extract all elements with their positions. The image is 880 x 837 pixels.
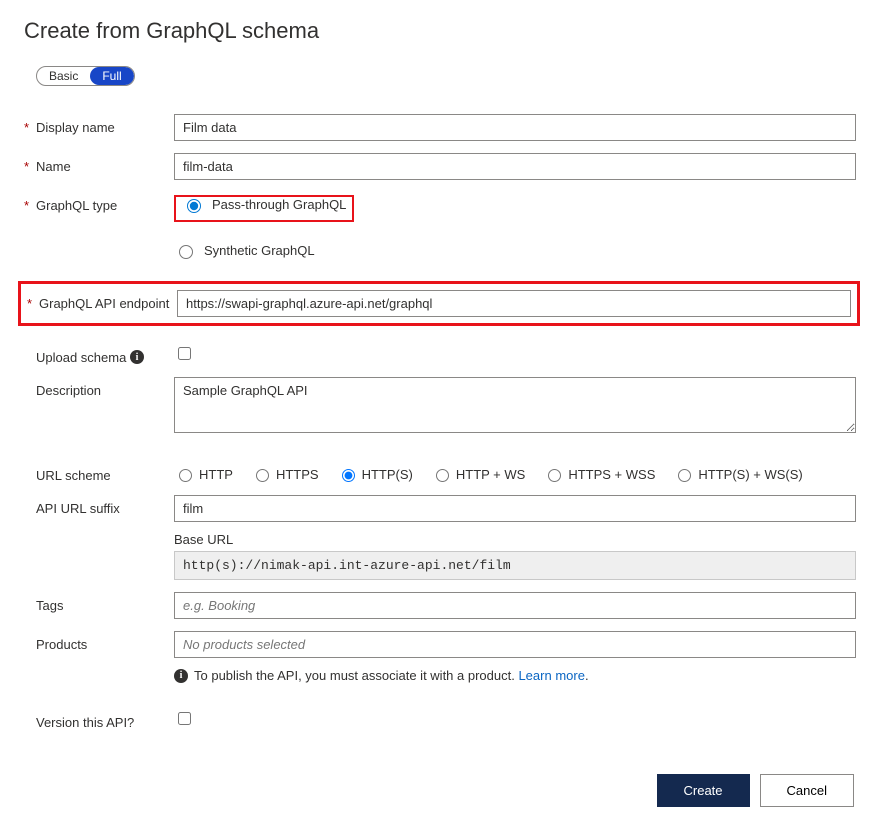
endpoint-input[interactable] xyxy=(177,290,851,317)
toggle-full[interactable]: Full xyxy=(90,67,133,85)
url-scheme-group: HTTP HTTPS HTTP(S) HTTP + WS HTTPS + WSS… xyxy=(174,462,856,482)
required-marker: * xyxy=(24,198,36,213)
radio-label-http-s: HTTP(S) xyxy=(362,467,413,482)
info-icon[interactable]: i xyxy=(130,350,144,364)
publish-note: i To publish the API, you must associate… xyxy=(174,668,856,683)
label-description: Description xyxy=(36,383,101,398)
footer-buttons: Create Cancel xyxy=(24,774,856,807)
radio-label-http: HTTP xyxy=(199,467,233,482)
label-base-url: Base URL xyxy=(174,532,856,547)
radio-https-wss[interactable] xyxy=(548,469,561,482)
label-endpoint: GraphQL API endpoint xyxy=(39,296,169,311)
label-products: Products xyxy=(36,637,87,652)
radio-http[interactable] xyxy=(179,469,192,482)
radio-label-synthetic: Synthetic GraphQL xyxy=(204,243,315,258)
version-checkbox[interactable] xyxy=(178,712,191,725)
upload-schema-checkbox[interactable] xyxy=(178,347,191,360)
radio-http-s[interactable] xyxy=(342,469,355,482)
required-marker: * xyxy=(27,296,39,311)
api-url-suffix-input[interactable] xyxy=(174,495,856,522)
tags-input[interactable] xyxy=(174,592,856,619)
radio-synthetic[interactable] xyxy=(179,245,193,259)
radio-label-https: HTTPS xyxy=(276,467,319,482)
label-tags: Tags xyxy=(36,598,63,613)
toggle-basic[interactable]: Basic xyxy=(37,67,90,85)
radio-label-pass-through: Pass-through GraphQL xyxy=(212,197,346,212)
label-api-url-suffix: API URL suffix xyxy=(36,501,120,516)
page-title: Create from GraphQL schema xyxy=(24,18,856,44)
row-tags: Tags xyxy=(24,588,856,623)
label-graphql-type: GraphQL type xyxy=(36,198,117,213)
highlight-passthrough: Pass-through GraphQL xyxy=(174,195,354,222)
row-products: Products i To publish the API, you must … xyxy=(24,627,856,687)
learn-more-link[interactable]: Learn more xyxy=(518,668,584,683)
row-url-scheme: URL scheme HTTP HTTPS HTTP(S) HTTP + WS … xyxy=(24,458,856,487)
basic-full-toggle[interactable]: Basic Full xyxy=(36,66,135,86)
create-button[interactable]: Create xyxy=(657,774,750,807)
radio-https[interactable] xyxy=(256,469,269,482)
cancel-button[interactable]: Cancel xyxy=(760,774,854,807)
required-marker: * xyxy=(24,120,36,135)
label-name: Name xyxy=(36,159,71,174)
row-graphql-type: *GraphQL type Pass-through GraphQL Synth… xyxy=(24,188,856,263)
radio-label-https-wss: HTTPS + WSS xyxy=(568,467,655,482)
row-api-url-suffix: API URL suffix Base URL http(s)://nimak-… xyxy=(24,491,856,584)
highlight-endpoint-row: *GraphQL API endpoint xyxy=(18,281,860,326)
label-url-scheme: URL scheme xyxy=(36,468,111,483)
label-version: Version this API? xyxy=(36,715,134,730)
radio-http-s-ws-s[interactable] xyxy=(678,469,691,482)
label-display-name: Display name xyxy=(36,120,115,135)
info-icon: i xyxy=(174,669,188,683)
label-upload-schema: Upload schema xyxy=(36,350,126,365)
description-textarea[interactable]: Sample GraphQL API xyxy=(174,377,856,433)
display-name-input[interactable] xyxy=(174,114,856,141)
base-url-display: http(s)://nimak-api.int-azure-api.net/fi… xyxy=(174,551,856,580)
required-marker: * xyxy=(24,159,36,174)
name-input[interactable] xyxy=(174,153,856,180)
radio-http-ws[interactable] xyxy=(436,469,449,482)
radio-pass-through[interactable] xyxy=(187,199,201,213)
row-upload-schema: Upload schema i xyxy=(24,340,856,369)
row-display-name: *Display name xyxy=(24,110,856,145)
row-description: Description Sample GraphQL API xyxy=(24,373,856,440)
radio-label-http-ws: HTTP + WS xyxy=(456,467,525,482)
publish-note-text: To publish the API, you must associate i… xyxy=(194,668,518,683)
row-name: *Name xyxy=(24,149,856,184)
radio-label-http-s-ws-s: HTTP(S) + WS(S) xyxy=(698,467,802,482)
row-version: Version this API? xyxy=(24,705,856,734)
products-input[interactable] xyxy=(174,631,856,658)
